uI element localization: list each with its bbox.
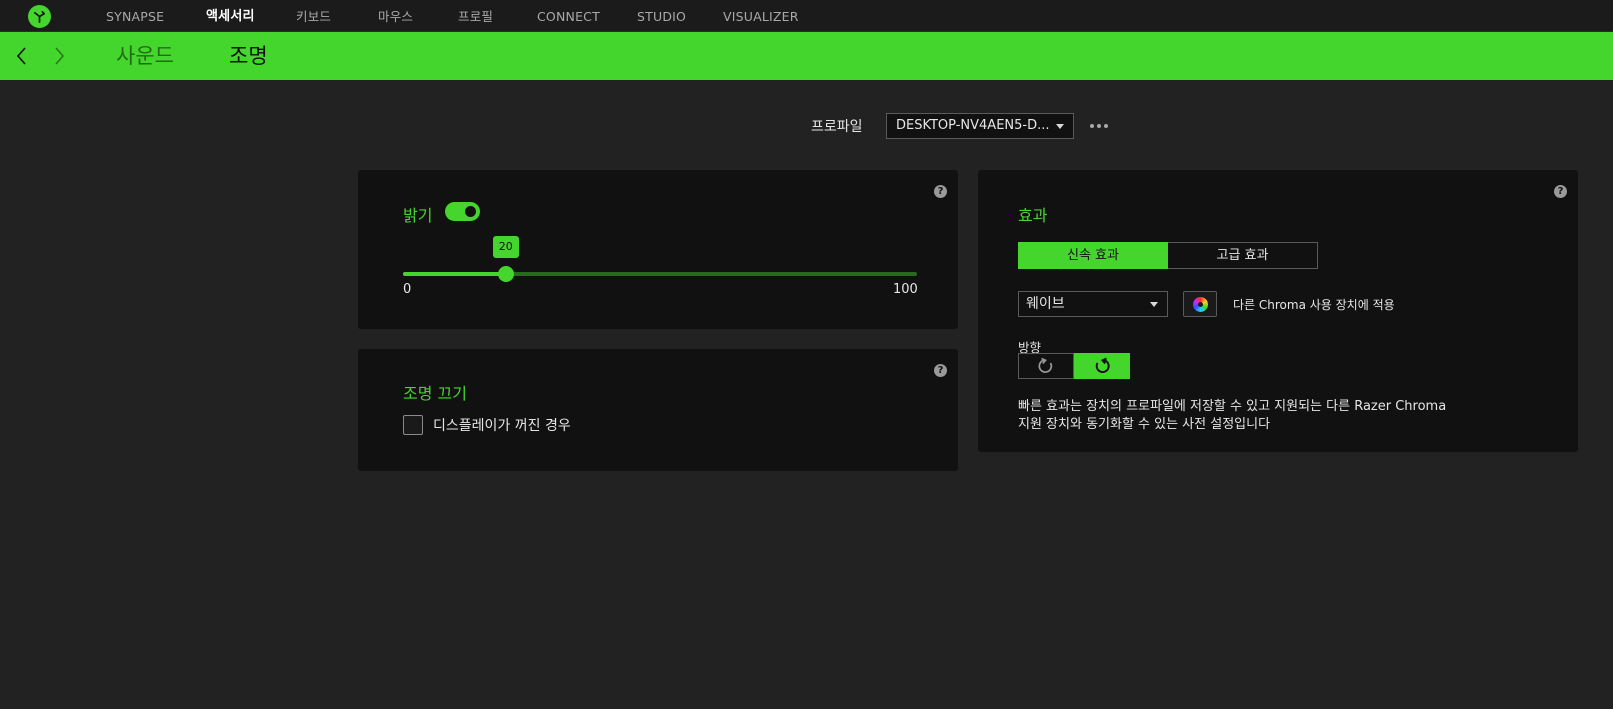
nav-item-synapse[interactable]: SYNAPSE xyxy=(106,0,164,32)
chevron-down-icon xyxy=(1056,124,1064,129)
razer-logo-icon[interactable] xyxy=(28,5,51,28)
brightness-toggle[interactable] xyxy=(445,202,480,221)
effect-dropdown-value: 웨이브 xyxy=(1026,296,1065,312)
back-arrow-icon[interactable] xyxy=(10,44,34,68)
slider-max-label: 100 xyxy=(893,282,918,297)
slider-min-label: 0 xyxy=(403,282,412,297)
nav-item-studio[interactable]: STUDIO xyxy=(637,0,686,32)
chroma-apply-label: 다른 Chroma 사용 장치에 적용 xyxy=(1233,298,1395,312)
toggle-knob xyxy=(463,204,478,219)
display-off-label: 디스플레이가 꺼진 경우 xyxy=(433,418,571,434)
lighting-off-title: 조명 끄기 xyxy=(403,384,467,403)
direction-clockwise-button[interactable] xyxy=(1018,353,1074,379)
profile-dropdown-value: DESKTOP-NV4AEN5-D... xyxy=(896,118,1050,133)
slider-value-tooltip: 20 xyxy=(492,236,519,258)
chroma-color-wheel-icon xyxy=(1192,296,1208,312)
display-off-checkbox[interactable] xyxy=(403,415,423,435)
nav-item-visualizer[interactable]: VISUALIZER xyxy=(723,0,799,32)
top-nav: SYNAPSE 액세서리 키보드 마우스 프로필 CONNECT STUDIO … xyxy=(0,0,1613,32)
brightness-slider[interactable]: 20 xyxy=(403,236,917,282)
slider-handle[interactable] xyxy=(497,266,514,282)
profile-dropdown[interactable]: DESKTOP-NV4AEN5-D... xyxy=(886,113,1074,139)
rotate-clockwise-icon xyxy=(1038,357,1053,373)
rotate-counterclockwise-icon xyxy=(1095,357,1110,373)
nav-item-mouse[interactable]: 마우스 xyxy=(378,0,413,32)
brightness-panel xyxy=(358,170,958,329)
forward-arrow-icon[interactable] xyxy=(47,44,71,68)
tab-lighting[interactable]: 조명 xyxy=(229,32,268,80)
effects-description: 빠른 효과는 장치의 프로파일에 저장할 수 있고 지원되는 다른 Razer … xyxy=(1018,399,1447,432)
chevron-down-icon xyxy=(1150,302,1158,307)
lighting-off-panel xyxy=(358,349,958,471)
sub-nav: 사운드 조명 xyxy=(0,32,1613,80)
effects-title: 효과 xyxy=(1018,206,1048,225)
razer-synapse-window: SYNAPSE 액세서리 키보드 마우스 프로필 CONNECT STUDIO … xyxy=(0,0,1613,709)
slider-fill xyxy=(403,272,506,276)
effect-dropdown[interactable]: 웨이브 xyxy=(1018,291,1168,317)
nav-item-profile[interactable]: 프로필 xyxy=(458,0,493,32)
help-icon[interactable]: ? xyxy=(1554,185,1567,198)
tab-advanced-effects[interactable]: 고급 효과 xyxy=(1168,242,1318,269)
tab-quick-effects[interactable]: 신속 효과 xyxy=(1018,242,1168,269)
nav-item-keyboard[interactable]: 키보드 xyxy=(296,0,331,32)
help-icon[interactable]: ? xyxy=(934,185,947,198)
tab-sound[interactable]: 사운드 xyxy=(116,32,174,80)
nav-item-connect[interactable]: CONNECT xyxy=(537,0,600,32)
chroma-apply-button[interactable] xyxy=(1183,291,1217,317)
nav-item-accessories[interactable]: 액세서리 xyxy=(206,0,255,32)
help-icon[interactable]: ? xyxy=(934,364,947,377)
direction-counterclockwise-button[interactable] xyxy=(1074,353,1130,379)
brightness-title: 밝기 xyxy=(403,206,433,225)
profile-label: 프로파일 xyxy=(811,119,863,135)
more-options-icon[interactable] xyxy=(1090,124,1108,130)
